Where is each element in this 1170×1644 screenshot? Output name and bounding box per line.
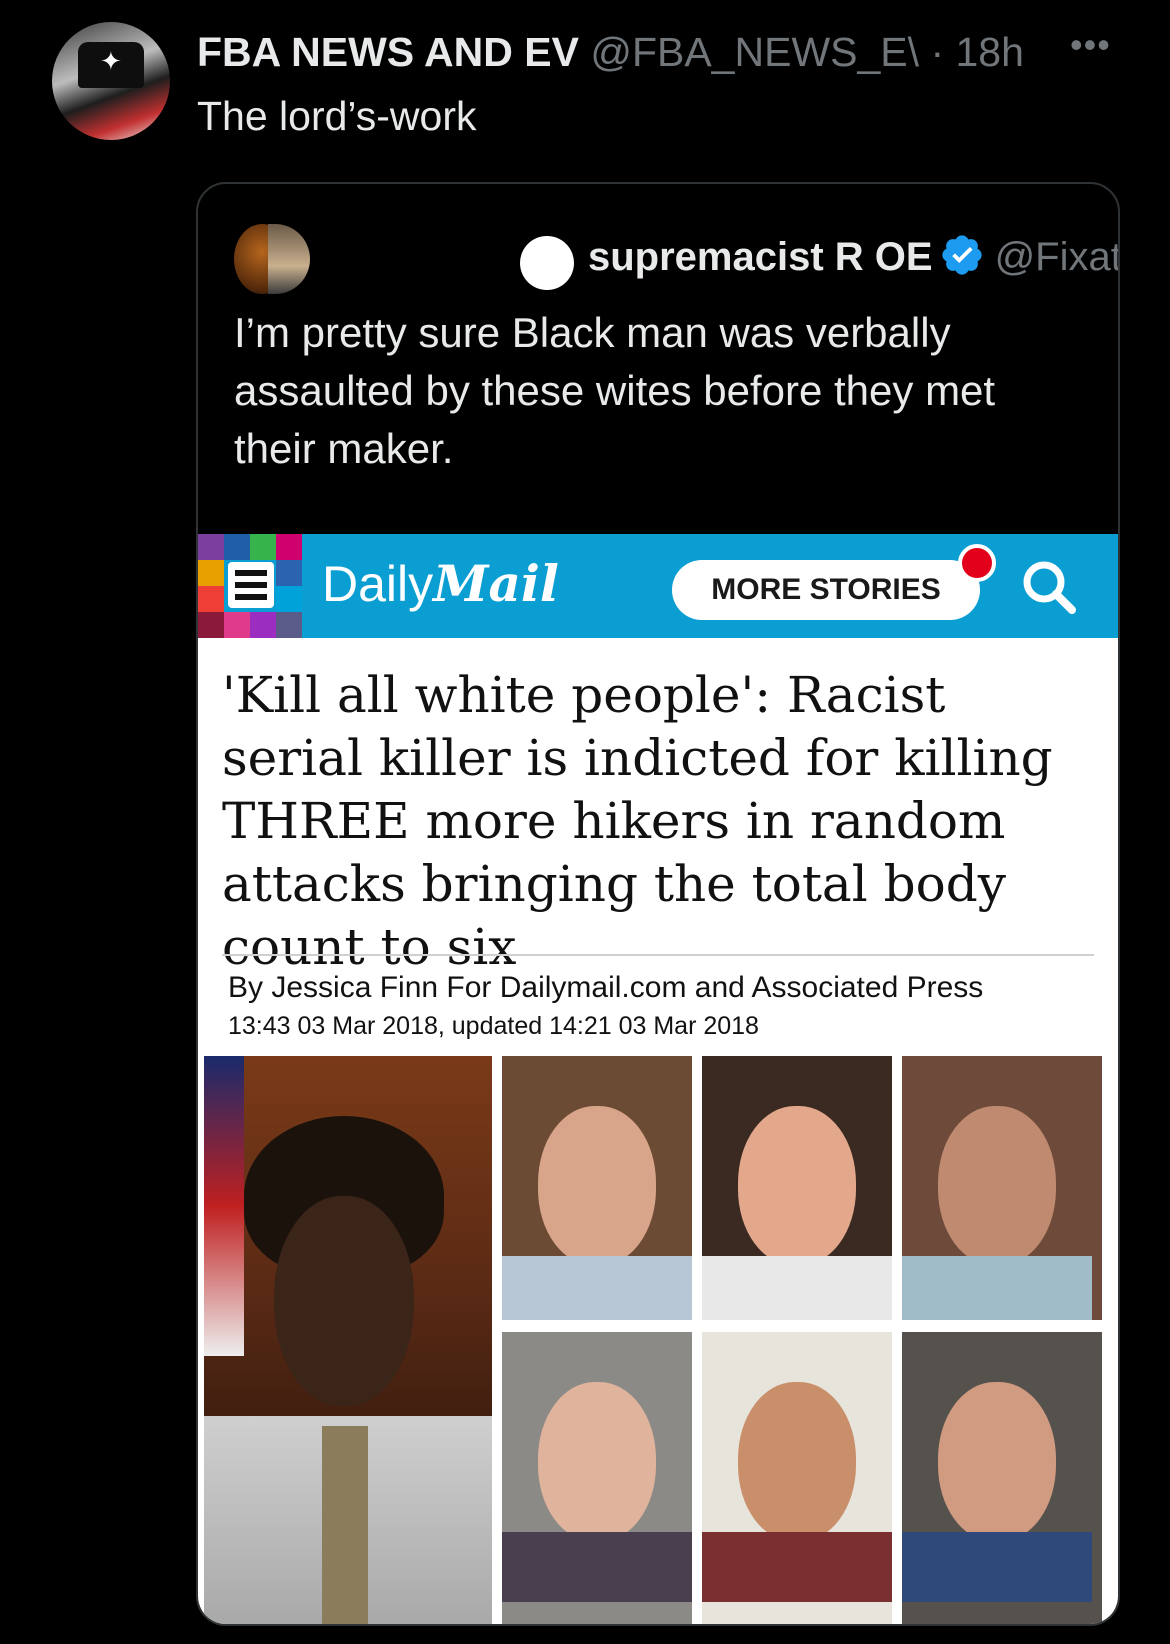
photo-suspect — [204, 1056, 492, 1624]
quoted-avatar-person — [268, 224, 310, 294]
article-screenshot[interactable]: DailyMail MORE STORIES 'Kill all white p… — [198, 534, 1118, 1624]
menu-icon[interactable] — [228, 562, 274, 608]
photo-victim-3 — [902, 1056, 1102, 1320]
post-header: FBA NEWS AND EV @FBA_NEWS_E\ · 18h — [197, 28, 1117, 76]
quoted-display-name[interactable]: supremacist R OE — [588, 235, 933, 279]
notification-dot — [958, 544, 996, 582]
author-avatar[interactable]: ✦ — [52, 22, 170, 140]
avatar-star: ✦ — [100, 46, 122, 76]
article-dateline: 13:43 03 Mar 2018, updated 14:21 03 Mar … — [228, 1012, 759, 1040]
search-icon[interactable] — [1018, 556, 1078, 616]
photo-victim-2 — [702, 1056, 892, 1320]
dailymail-header-bar: DailyMail MORE STORIES — [198, 534, 1118, 638]
tie — [322, 1426, 368, 1624]
quoted-handle[interactable]: @Fixat — [995, 235, 1118, 279]
logo-mail: Mail — [433, 554, 559, 613]
author-display-name[interactable]: FBA NEWS AND EV — [197, 29, 579, 75]
logo-daily: Daily — [322, 556, 434, 612]
face — [274, 1196, 414, 1406]
quoted-header: supremacist R OE@Fixat · 19h — [588, 232, 1118, 282]
article-headline[interactable]: 'Kill all white people': Racist serial k… — [222, 664, 1102, 979]
divider — [222, 954, 1094, 956]
more-icon[interactable]: ••• — [1070, 24, 1111, 66]
photo-victim-1 — [502, 1056, 692, 1320]
photo-victim-4 — [502, 1332, 692, 1624]
white-circle-emoji — [520, 236, 574, 290]
separator-dot: · — [930, 29, 945, 75]
quoted-post[interactable]: supremacist R OE@Fixat · 19h I’m pretty … — [196, 182, 1120, 1626]
dailymail-logo[interactable]: DailyMail — [322, 552, 559, 616]
photo-victim-5 — [702, 1332, 892, 1624]
verified-icon — [941, 235, 982, 275]
author-handle[interactable]: @FBA_NEWS_E\ — [590, 29, 919, 75]
article-byline: By Jessica Finn For Dailymail.com and As… — [228, 971, 984, 1004]
quoted-text: I’m pretty sure Black man was verbally a… — [234, 309, 996, 472]
photo-victim-6 — [902, 1332, 1102, 1624]
flag — [204, 1056, 244, 1356]
post-time[interactable]: 18h — [956, 29, 1024, 75]
post-text: The lord’s-work — [197, 93, 477, 139]
more-stories-button[interactable]: MORE STORIES — [672, 560, 980, 620]
article-photo-collage — [204, 1056, 1112, 1624]
